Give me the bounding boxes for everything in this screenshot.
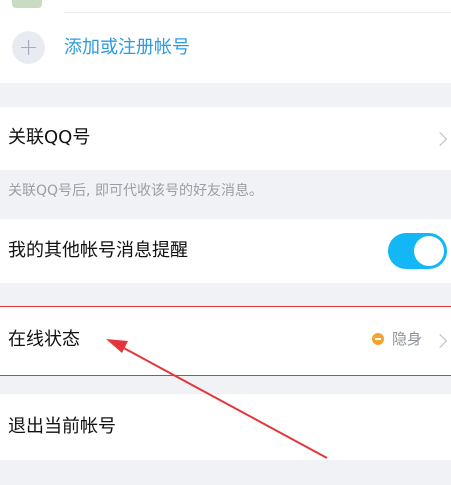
logout-label: 退出当前帐号 [8, 416, 116, 437]
link-qq-hint: 关联QQ号后, 即可代收该号的好友消息。 [8, 183, 263, 199]
divider [64, 12, 451, 13]
invisible-status-icon [372, 333, 384, 345]
online-status-value: 隐身 [392, 330, 423, 348]
account-card: + 添加或注册帐号 [0, 0, 451, 83]
chevron-right-icon [432, 333, 448, 349]
toggle-knob [414, 236, 444, 266]
chevron-right-icon [432, 131, 448, 147]
highlight-border-bottom [0, 375, 451, 376]
link-qq-label: 关联QQ号 [8, 127, 91, 148]
highlight-border-top [0, 306, 451, 307]
other-account-notify-row: 我的其他帐号消息提醒 [0, 219, 451, 283]
link-qq-row[interactable]: 关联QQ号 [0, 107, 451, 170]
account-avatar[interactable] [12, 0, 42, 8]
plus-icon: + [12, 31, 45, 64]
other-account-notify-toggle[interactable] [388, 233, 447, 269]
logout-row[interactable]: 退出当前帐号 [0, 394, 451, 460]
online-status-label: 在线状态 [8, 329, 80, 350]
other-account-notify-label: 我的其他帐号消息提醒 [8, 240, 188, 261]
add-account-label: 添加或注册帐号 [64, 37, 190, 58]
